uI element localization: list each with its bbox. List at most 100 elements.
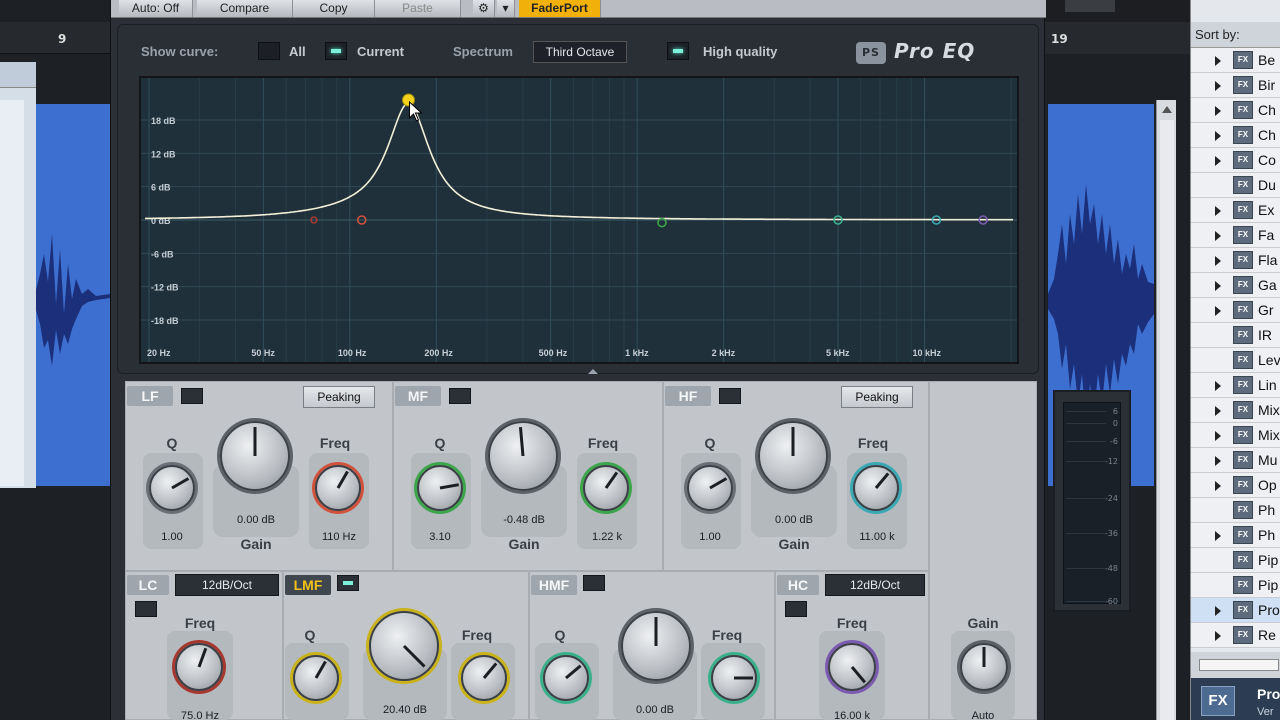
vertical-scrollbar[interactable]: [1156, 100, 1176, 720]
effects-list-item[interactable]: FX Ex: [1191, 198, 1280, 223]
lc-freq-knob[interactable]: [175, 643, 223, 691]
timeline-ruler-right[interactable]: 19: [1045, 22, 1190, 54]
lmf-node[interactable]: [401, 93, 415, 107]
lmf-tag[interactable]: LMF: [285, 575, 331, 595]
effects-list-item[interactable]: FX Pip: [1191, 573, 1280, 598]
lc-tag[interactable]: LC: [127, 575, 169, 595]
effects-list-item[interactable]: FX Ch: [1191, 98, 1280, 123]
expand-triangle-icon[interactable]: [1215, 456, 1221, 466]
hmf-enable-switch[interactable]: [583, 575, 605, 591]
effects-list-item[interactable]: FX Gr: [1191, 298, 1280, 323]
expand-triangle-icon[interactable]: [1215, 606, 1221, 616]
expand-triangle-icon[interactable]: [1215, 431, 1221, 441]
effects-list-item[interactable]: FX Ph: [1191, 498, 1280, 523]
browser-sort-header[interactable]: Sort by:: [1191, 22, 1280, 48]
hc-enable-switch[interactable]: [785, 601, 807, 617]
scroll-up-icon[interactable]: [1162, 106, 1172, 113]
hf-tag[interactable]: HF: [665, 386, 711, 406]
high-quality-toggle[interactable]: [667, 42, 689, 60]
hmf-tag[interactable]: HMF: [531, 575, 577, 595]
expand-triangle-icon[interactable]: [1215, 381, 1221, 391]
effects-list-item[interactable]: FX Bir: [1191, 73, 1280, 98]
lf-mode-button[interactable]: Peaking: [303, 386, 375, 408]
expand-triangle-icon[interactable]: [1215, 131, 1221, 141]
expand-triangle-icon[interactable]: [1215, 256, 1221, 266]
effects-list-item[interactable]: FX Re: [1191, 623, 1280, 648]
compare-button[interactable]: Compare: [197, 0, 293, 17]
effects-list-item[interactable]: FX Fa: [1191, 223, 1280, 248]
browser-hscroll[interactable]: [1191, 652, 1280, 678]
expand-triangle-icon[interactable]: [1215, 56, 1221, 66]
lf-enable-switch[interactable]: [181, 388, 203, 404]
expand-triangle-icon[interactable]: [1215, 306, 1221, 316]
hc-slope-dropdown[interactable]: 12dB/Oct: [825, 574, 925, 596]
hscroll-thumb[interactable]: [1199, 659, 1279, 671]
output-gain-knob[interactable]: [960, 643, 1008, 691]
mf-freq-knob[interactable]: [583, 465, 629, 511]
eq-graph[interactable]: 18 dB 12 dB 6 dB 0 dB -6 dB -12 dB -18 dB 20 Hz…: [139, 76, 1019, 364]
expand-triangle-icon[interactable]: [1215, 206, 1221, 216]
hmf-freq-knob[interactable]: [711, 655, 757, 701]
effects-list-item[interactable]: FX Mu: [1191, 448, 1280, 473]
effects-list-item[interactable]: FX IR: [1191, 323, 1280, 348]
mf-tag[interactable]: MF: [395, 386, 441, 406]
expand-triangle-icon[interactable]: [1215, 231, 1221, 241]
lf-gain-knob[interactable]: [220, 421, 290, 491]
effects-list-item[interactable]: FX Lin: [1191, 373, 1280, 398]
mf-q-knob[interactable]: [417, 465, 463, 511]
hf-freq-knob[interactable]: [853, 465, 899, 511]
lf-freq-knob[interactable]: [315, 465, 361, 511]
copy-button[interactable]: Copy: [293, 0, 375, 17]
expand-triangle-icon[interactable]: [1215, 156, 1221, 166]
effects-list-item[interactable]: FX Lev: [1191, 348, 1280, 373]
mf-enable-switch[interactable]: [449, 388, 471, 404]
effects-list-item[interactable]: FX Mix: [1191, 398, 1280, 423]
hc-freq-knob[interactable]: [828, 643, 876, 691]
effects-list-item[interactable]: FX Pip: [1191, 548, 1280, 573]
expand-triangle-icon[interactable]: [1215, 81, 1221, 91]
expand-triangle-icon[interactable]: [1215, 406, 1221, 416]
paste-button[interactable]: Paste: [375, 0, 461, 17]
hf-q-knob[interactable]: [687, 465, 733, 511]
track-header-top[interactable]: [0, 62, 36, 88]
audio-event-left[interactable]: [36, 104, 110, 486]
effects-list-item[interactable]: FX Op: [1191, 473, 1280, 498]
effects-list-item[interactable]: FX Ch: [1191, 123, 1280, 148]
hf-enable-switch[interactable]: [719, 388, 741, 404]
lf-tag[interactable]: LF: [127, 386, 173, 406]
spectrum-dropdown[interactable]: Third Octave: [533, 41, 627, 63]
lc-slope-dropdown[interactable]: 12dB/Oct: [175, 574, 279, 596]
lmf-q-knob[interactable]: [293, 655, 339, 701]
mf-gain-knob[interactable]: [488, 421, 558, 491]
gear-icon[interactable]: ⚙: [473, 0, 495, 17]
effects-list-item[interactable]: FX Mix: [1191, 423, 1280, 448]
faderport-button[interactable]: FaderPort: [519, 0, 601, 17]
expand-triangle-icon[interactable]: [1215, 631, 1221, 641]
hc-tag[interactable]: HC: [777, 575, 819, 595]
effects-list-item[interactable]: FX Ph: [1191, 523, 1280, 548]
effects-list-item[interactable]: FX Fla: [1191, 248, 1280, 273]
hf-gain-knob[interactable]: [758, 421, 828, 491]
expand-triangle-icon[interactable]: [1215, 531, 1221, 541]
effects-list-item[interactable]: FX Pro: [1191, 598, 1280, 623]
effects-list-item[interactable]: FX Co: [1191, 148, 1280, 173]
lmf-gain-knob[interactable]: [369, 611, 439, 681]
chevron-down-icon[interactable]: ▾: [497, 0, 515, 17]
lmf-freq-knob[interactable]: [461, 655, 507, 701]
lf-q-knob[interactable]: [149, 465, 195, 511]
eq-graph-svg[interactable]: 18 dB12 dB6 dB0 dB-6 dB-12 dB-18 dB20 Hz…: [141, 78, 1017, 362]
lc-enable-switch[interactable]: [135, 601, 157, 617]
expand-triangle-icon[interactable]: [1215, 106, 1221, 116]
effects-list-item[interactable]: FX Du: [1191, 173, 1280, 198]
expand-triangle-icon[interactable]: [1215, 481, 1221, 491]
hf-mode-button[interactable]: Peaking: [841, 386, 913, 408]
hmf-q-knob[interactable]: [543, 655, 589, 701]
show-current-toggle[interactable]: [325, 42, 347, 60]
panel-collapse-icon[interactable]: [583, 366, 603, 376]
effects-list-item[interactable]: FX Be: [1191, 48, 1280, 73]
timeline-ruler-left[interactable]: 9: [0, 22, 110, 54]
lmf-enable-switch[interactable]: [337, 575, 359, 591]
hmf-gain-knob[interactable]: [621, 611, 691, 681]
automation-button[interactable]: Auto: Off: [119, 0, 193, 17]
expand-triangle-icon[interactable]: [1215, 281, 1221, 291]
